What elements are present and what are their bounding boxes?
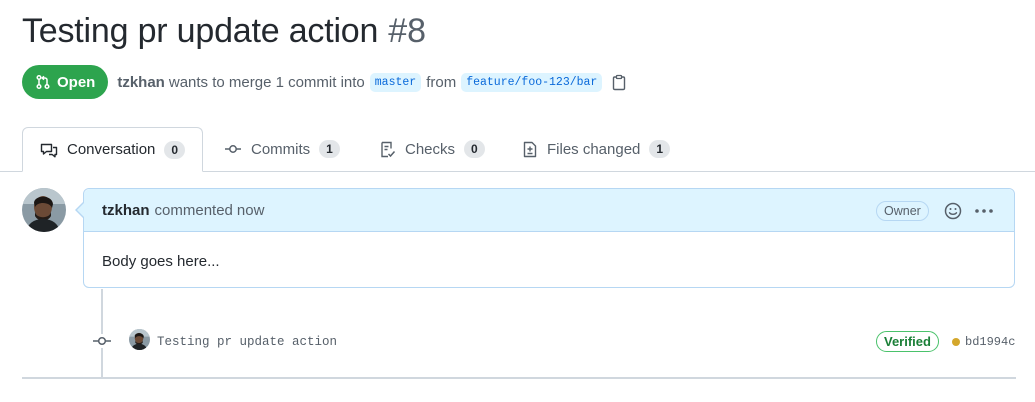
user-avatar-image xyxy=(22,188,66,232)
comment-discussion-icon xyxy=(40,143,58,157)
merge-summary: tzkhan wants to merge 1 commit into mast… xyxy=(117,72,627,92)
merge-text: wants to merge 1 commit into xyxy=(168,73,365,91)
comment-timestamp[interactable]: now xyxy=(237,202,265,219)
commit-author-avatar[interactable] xyxy=(129,329,150,350)
tab-counter: 1 xyxy=(649,140,671,158)
comment-options-button[interactable] xyxy=(973,202,995,223)
comment-body: Body goes here... xyxy=(102,253,220,270)
owner-badge: Owner xyxy=(876,201,929,221)
commit-message-link[interactable]: Testing pr update action xyxy=(157,335,337,349)
timeline-divider xyxy=(22,377,1016,379)
copy-branch-button[interactable] xyxy=(611,74,627,91)
tab-counter: 0 xyxy=(464,140,485,158)
head-branch[interactable]: feature/foo-123/bar xyxy=(461,72,603,92)
pr-state-badge[interactable]: Open xyxy=(22,65,109,99)
pr-title-row: Testing pr update action #8 xyxy=(22,12,426,60)
user-avatar-image xyxy=(129,329,150,350)
comment-card: tzkhan commented now Owner Body goes her… xyxy=(75,188,1015,288)
tab-files-changed[interactable]: Files changed 1 xyxy=(522,127,671,171)
add-reaction-button[interactable] xyxy=(944,202,962,223)
pr-number: #8 xyxy=(388,12,427,50)
commit-sha-link[interactable]: bd1994c xyxy=(965,335,1015,349)
comment-author-avatar[interactable] xyxy=(22,188,66,232)
from-text: from xyxy=(426,73,457,91)
comment-action: commented xyxy=(154,201,233,219)
git-commit-icon xyxy=(225,145,241,153)
pr-state-label: Open xyxy=(57,73,96,91)
comment-author-link[interactable]: tzkhan xyxy=(102,202,150,219)
commit-status-dot[interactable] xyxy=(952,338,960,346)
pr-meta-row: Open tzkhan wants to merge 1 commit into… xyxy=(22,65,627,99)
tab-label: Files changed xyxy=(547,140,641,158)
tab-commits[interactable]: Commits 1 xyxy=(224,127,340,171)
tab-counter: 0 xyxy=(164,140,186,159)
comment-header: tzkhan commented now Owner xyxy=(75,189,1014,232)
checklist-icon xyxy=(381,141,396,157)
tab-checks[interactable]: Checks 0 xyxy=(379,127,485,171)
tab-label: Commits xyxy=(251,140,311,158)
smiley-icon xyxy=(944,202,962,220)
tab-label: Conversation xyxy=(67,141,156,158)
file-diff-icon xyxy=(523,141,537,157)
git-commit-icon xyxy=(92,334,112,348)
pr-title: Testing pr update action xyxy=(22,12,379,50)
pr-tabs: Conversation 0 Commits 1 Checks 0 Files … xyxy=(0,127,1035,172)
verified-badge[interactable]: Verified xyxy=(876,331,939,352)
pr-author-link[interactable]: tzkhan xyxy=(117,74,165,91)
tab-counter: 1 xyxy=(319,140,340,158)
tab-label: Checks xyxy=(405,140,456,158)
clipboard-icon xyxy=(613,74,626,90)
base-branch[interactable]: master xyxy=(369,72,422,92)
timeline-commit-item: Testing pr update action Verified bd1994… xyxy=(92,328,1016,356)
kebab-horizontal-icon xyxy=(975,209,993,213)
tab-conversation[interactable]: Conversation 0 xyxy=(22,127,204,172)
git-pull-request-icon xyxy=(36,74,50,90)
